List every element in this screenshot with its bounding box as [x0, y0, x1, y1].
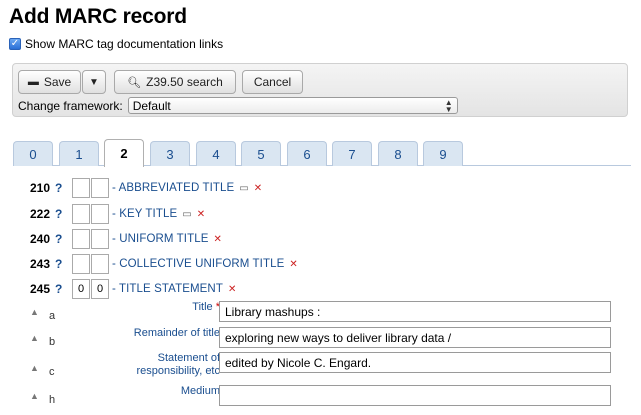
tag-title-link[interactable]: - ABBREVIATED TITLE [112, 182, 234, 194]
subfield-label-text: Title [192, 301, 213, 313]
subfield-code: a [49, 310, 56, 322]
tab-2[interactable]: 2 [104, 139, 144, 167]
delete-tag-icon[interactable]: ✕ [213, 234, 221, 245]
tag-help-link[interactable]: ? [55, 181, 72, 195]
subfield-input-remainder[interactable] [219, 327, 611, 348]
indicator-2-input[interactable] [91, 229, 109, 249]
toolbar: ▬ Save ▼ 🔍︎ Z39.50 search Cancel Change … [12, 63, 628, 117]
tag-help-link[interactable]: ? [55, 232, 72, 246]
delete-tag-icon[interactable]: ✕ [197, 209, 205, 220]
framework-value: Default [132, 98, 171, 113]
tag-number: 222 [30, 207, 51, 221]
indicator-2-input[interactable] [91, 204, 109, 224]
subfield-code: c [49, 366, 55, 378]
tab-5[interactable]: 5 [241, 141, 281, 166]
subfield-row-h: ▲ h Medium [30, 385, 620, 415]
subfield-code: b [49, 336, 56, 348]
subfield-label: Title * [70, 301, 220, 314]
move-up-icon[interactable]: ▲ [30, 363, 39, 373]
indicator-1-input[interactable] [72, 204, 90, 224]
field-row-243: 243 ? - COLLECTIVE UNIFORM TITLE ✕ [30, 254, 298, 274]
doc-links-checkbox[interactable]: ✓ [9, 38, 21, 50]
subfield-input-responsibility[interactable] [219, 352, 611, 373]
delete-tag-icon[interactable]: ✕ [228, 284, 236, 295]
subfield-row-c: ▲ c Statement of responsibility, etc [30, 352, 620, 382]
indicator-2-input[interactable] [91, 178, 109, 198]
tab-9[interactable]: 9 [423, 141, 463, 166]
field-row-210: 210 ? - ABBREVIATED TITLE ▭ ✕ [30, 178, 262, 198]
z3950-label: Z39.50 search [146, 75, 223, 89]
subfield-label: Remainder of title [133, 327, 220, 339]
framework-label: Change framework: [18, 98, 123, 113]
tag-tabs: 0 1 2 3 4 5 6 7 8 9 [13, 139, 631, 167]
tag-number: 210 [30, 181, 51, 195]
select-arrows-icon: ▲ ▼ [444, 97, 453, 114]
subfield-input-medium[interactable] [219, 385, 611, 406]
tab-4[interactable]: 4 [196, 141, 236, 166]
tab-1[interactable]: 1 [59, 141, 99, 166]
field-row-240: 240 ? - UNIFORM TITLE ✕ [30, 229, 222, 249]
search-icon: 🔍︎ [127, 76, 142, 89]
save-label: Save [43, 75, 72, 89]
tab-8[interactable]: 8 [378, 141, 418, 166]
indicator-1-input[interactable] [72, 178, 90, 198]
save-options-dropdown[interactable]: ▼ [82, 70, 106, 94]
z3950-search-button[interactable]: 🔍︎ Z39.50 search [114, 70, 236, 94]
move-up-icon[interactable]: ▲ [30, 307, 39, 317]
clone-tag-icon[interactable]: ▭ [239, 183, 248, 194]
indicator-2-input[interactable] [91, 254, 109, 274]
indicator-1-input[interactable] [72, 229, 90, 249]
indicator-1-input[interactable]: 0 [72, 279, 90, 299]
tab-7[interactable]: 7 [332, 141, 372, 166]
cancel-button[interactable]: Cancel [242, 70, 303, 94]
framework-select[interactable]: Default ▲ ▼ [127, 97, 458, 114]
save-button[interactable]: ▬ Save [18, 70, 81, 94]
clone-tag-icon[interactable]: ▭ [182, 209, 191, 220]
delete-tag-icon[interactable]: ✕ [289, 259, 297, 270]
tag-number: 243 [30, 257, 51, 271]
field-row-245: 245 ? 0 0 - TITLE STATEMENT ✕ [30, 279, 236, 299]
tag-number: 240 [30, 232, 51, 246]
tab-3[interactable]: 3 [150, 141, 190, 166]
tag-title-link[interactable]: - COLLECTIVE UNIFORM TITLE [112, 258, 284, 270]
subfield-input-title[interactable] [219, 301, 611, 322]
move-up-icon[interactable]: ▲ [30, 391, 39, 401]
subfield-label: Statement of responsibility, etc [136, 352, 220, 377]
tag-number: 245 [30, 282, 51, 296]
move-up-icon[interactable]: ▲ [30, 333, 39, 343]
tab-6[interactable]: 6 [287, 141, 327, 166]
indicator-1-input[interactable] [72, 254, 90, 274]
tag-title-link[interactable]: - UNIFORM TITLE [112, 233, 208, 245]
caret-down-icon: ▼ [89, 76, 99, 88]
doc-links-toggle[interactable]: ✓ Show MARC tag documentation links [9, 37, 223, 51]
tag-title-link[interactable]: - TITLE STATEMENT [112, 283, 223, 295]
save-icon: ▬ [27, 76, 39, 88]
page-title: Add MARC record [9, 5, 187, 28]
indicator-2-input[interactable]: 0 [91, 279, 109, 299]
tag-help-link[interactable]: ? [55, 207, 72, 221]
subfield-label: Medium [180, 385, 220, 397]
tag-title-link[interactable]: - KEY TITLE [112, 208, 177, 220]
doc-links-label: Show MARC tag documentation links [25, 37, 224, 51]
delete-tag-icon[interactable]: ✕ [254, 183, 262, 194]
subfield-code: h [49, 394, 56, 406]
field-row-222: 222 ? - KEY TITLE ▭ ✕ [30, 204, 205, 224]
tab-0[interactable]: 0 [13, 141, 53, 166]
tag-help-link[interactable]: ? [55, 282, 72, 296]
framework-row: Change framework: Default ▲ ▼ [18, 97, 458, 114]
tag-help-link[interactable]: ? [55, 257, 72, 271]
